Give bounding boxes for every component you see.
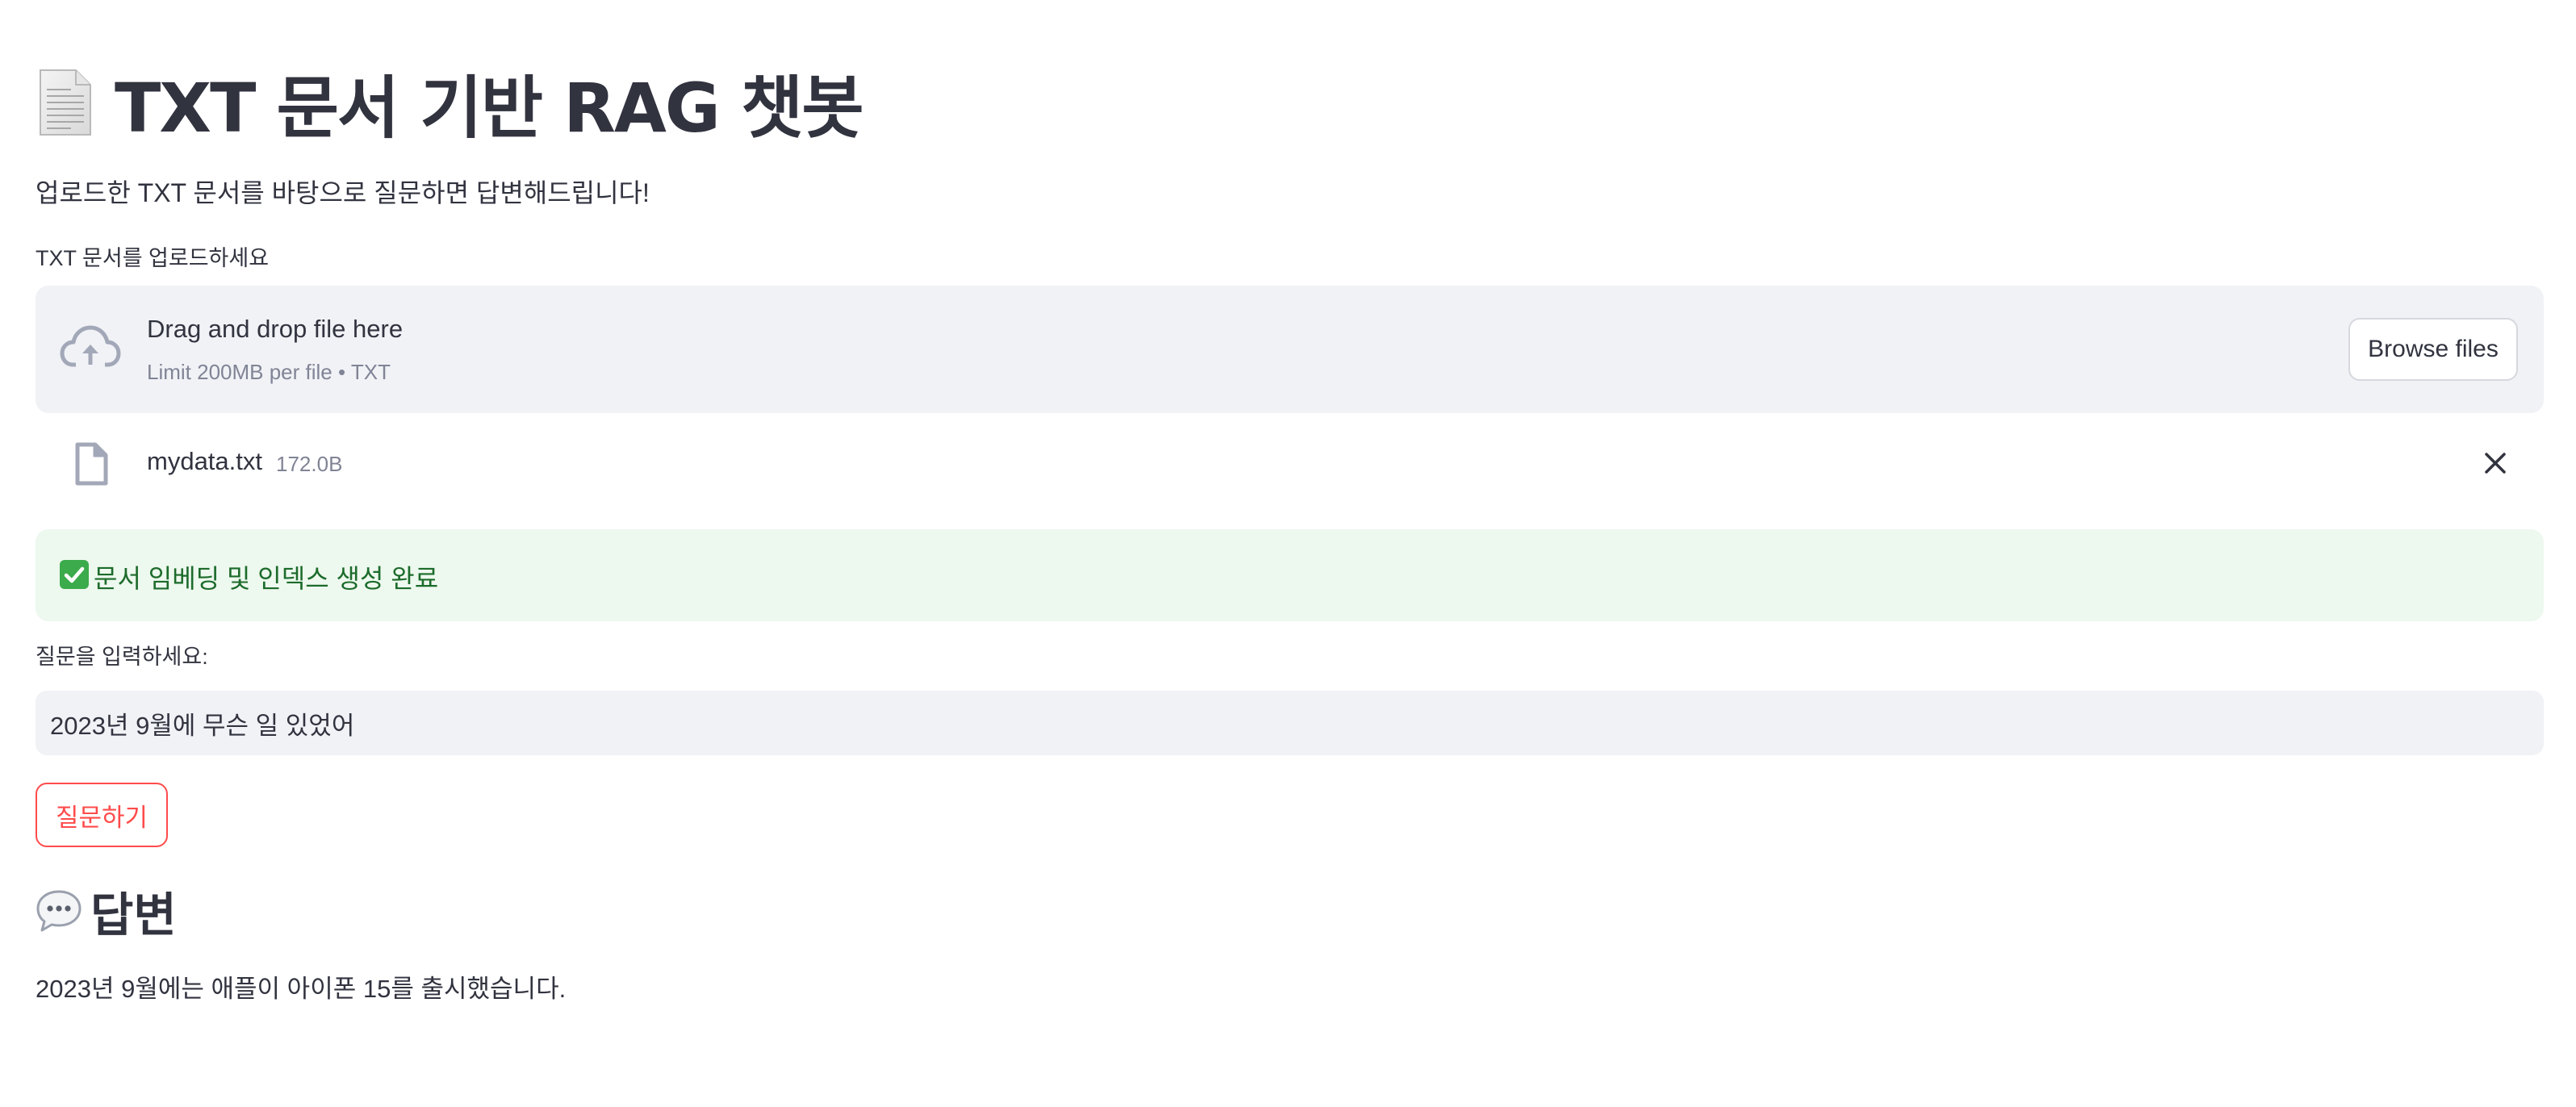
uploaded-file-name: mydata.txt: [147, 447, 262, 475]
page-facing-up-icon: [36, 67, 94, 138]
question-label: 질문을 입력하세요:: [36, 645, 208, 669]
uploader-label: TXT 문서를 업로드하세요: [36, 246, 270, 270]
page-subtitle: 업로드한 TXT 문서를 바탕으로 질문하면 답변해드립니다!: [36, 178, 650, 207]
check-mark-icon: [60, 560, 89, 589]
uploaded-file-size: 172.0B: [276, 452, 343, 476]
success-message: 문서 임베딩 및 인덱스 생성 완료: [94, 564, 439, 593]
file-dropzone[interactable]: Drag and drop file here Limit 200MB per …: [36, 286, 2544, 413]
close-icon[interactable]: [2481, 449, 2510, 478]
cloud-upload-icon: [60, 321, 121, 374]
answer-text: 2023년 9월에는 애플이 아이폰 15를 출시했습니다.: [36, 975, 567, 1003]
ask-button[interactable]: 질문하기: [36, 783, 168, 847]
answer-title: 답변: [90, 888, 177, 942]
page-header: TXT 문서 기반 RAG 챗봇: [36, 58, 864, 148]
answer-header: 답변: [36, 879, 177, 942]
success-alert: 문서 임베딩 및 인덱스 생성 완료: [36, 529, 2544, 621]
question-input[interactable]: [36, 691, 2544, 755]
uploaded-file-item: mydata.txt 172.0B: [36, 428, 2544, 500]
speech-balloon-icon: [36, 888, 82, 934]
file-icon: [74, 442, 108, 486]
dropzone-limit: Limit 200MB per file • TXT: [147, 360, 391, 384]
dropzone-instructions: Drag and drop file here: [147, 315, 404, 343]
browse-files-button[interactable]: Browse files: [2348, 318, 2518, 381]
page-title: TXT 문서 기반 RAG 챗봇: [115, 68, 864, 148]
